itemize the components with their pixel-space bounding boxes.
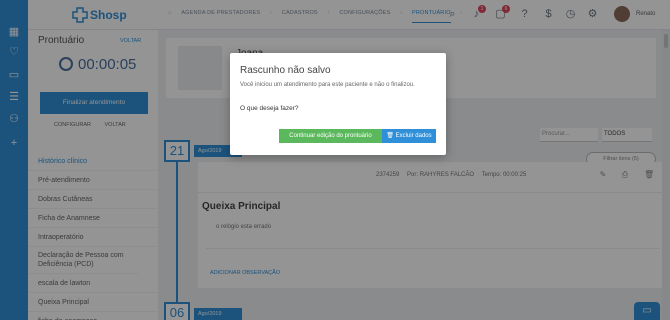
- unsaved-draft-dialog: Rascunho não salvo Você iniciou um atend…: [230, 53, 446, 155]
- modal-overlay[interactable]: [0, 0, 670, 320]
- dialog-title: Rascunho não salvo: [240, 65, 331, 76]
- trash-icon: 🗑: [386, 133, 396, 139]
- delete-data-label: Excluir dados: [395, 133, 432, 139]
- delete-data-button[interactable]: 🗑 Excluir dados: [382, 129, 436, 143]
- dialog-message: Você iniciou um atendimento para este pa…: [240, 82, 415, 88]
- continue-editing-button[interactable]: Continuar edição do prontuário: [279, 129, 382, 143]
- dialog-question: O que deseja fazer?: [240, 105, 299, 112]
